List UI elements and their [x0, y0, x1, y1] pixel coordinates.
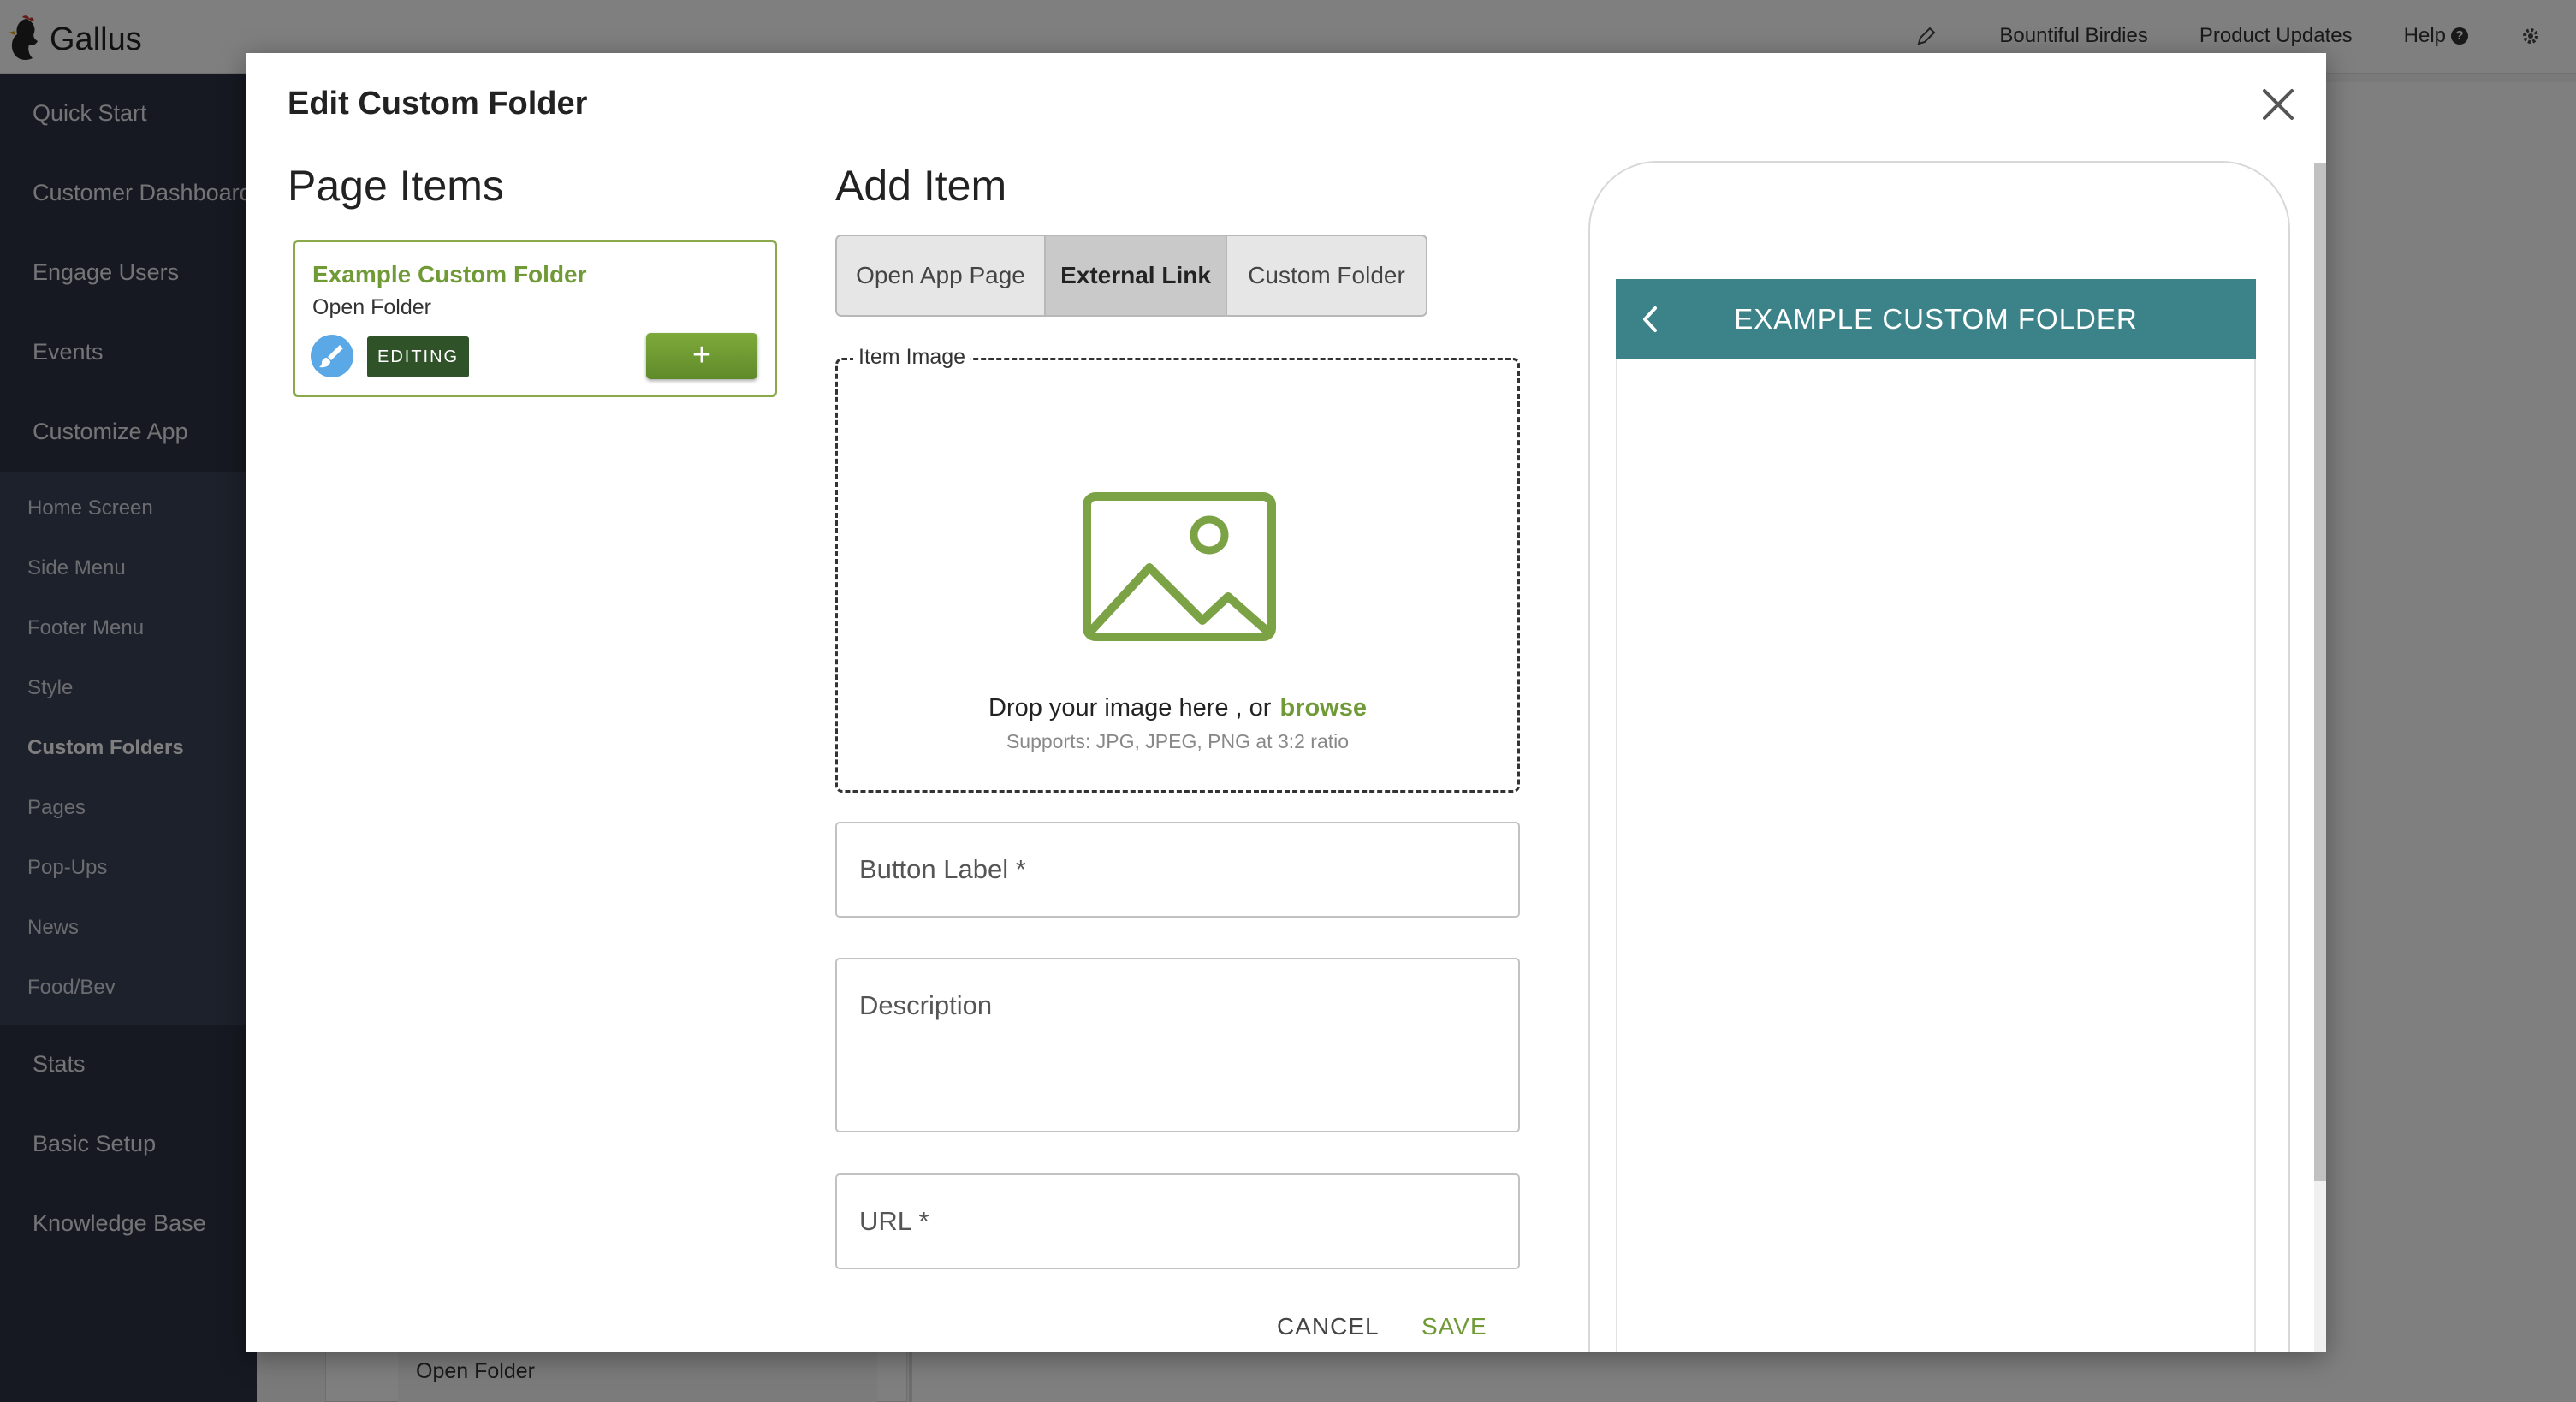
dropzone-instructions: Drop your image here , or browse	[838, 694, 1517, 722]
button-label-input[interactable]	[835, 822, 1520, 918]
page-item-title: Example Custom Folder	[312, 261, 587, 288]
image-dropzone[interactable]: Item Image Drop your image here , or brow…	[835, 345, 1520, 793]
image-placeholder-icon	[1083, 492, 1276, 641]
save-button[interactable]: SAVE	[1422, 1313, 1487, 1340]
tab-external-link[interactable]: External Link	[1046, 236, 1227, 315]
close-icon	[2263, 89, 2294, 120]
description-textarea[interactable]	[835, 958, 1520, 1132]
modal-scrollbar[interactable]	[2314, 163, 2326, 1352]
url-input[interactable]	[835, 1173, 1520, 1269]
cancel-button[interactable]: CANCEL	[1277, 1313, 1380, 1340]
dropzone-hint: Supports: JPG, JPEG, PNG at 3:2 ratio	[1006, 730, 1350, 752]
modal-title: Edit Custom Folder	[288, 86, 588, 122]
add-item-heading: Add Item	[835, 162, 1007, 210]
item-type-tabs: Open App Page External Link Custom Folde…	[835, 235, 1427, 317]
edit-custom-folder-modal: Edit Custom Folder Page Items Example Cu…	[246, 53, 2326, 1352]
page-item-card[interactable]: Example Custom Folder Open Folder EDITIN…	[293, 240, 777, 397]
paintbrush-glyph	[319, 345, 343, 368]
editing-badge: EDITING	[367, 336, 470, 377]
phone-preview-header: EXAMPLE CUSTOM FOLDER	[1616, 279, 2256, 359]
page-item-subtitle: Open Folder	[312, 295, 431, 319]
tab-open-app-page[interactable]: Open App Page	[837, 236, 1046, 315]
add-sub-item-button[interactable]: +	[646, 333, 757, 379]
back-chevron-icon[interactable]	[1631, 300, 1671, 339]
phone-preview-screen	[1616, 279, 2256, 1352]
browse-link[interactable]: browse	[1279, 694, 1367, 722]
modal-scrollbar-thumb[interactable]	[2314, 163, 2326, 1181]
close-button[interactable]	[2256, 82, 2300, 127]
phone-preview-title: EXAMPLE CUSTOM FOLDER	[1734, 303, 2138, 335]
item-image-legend: Item Image	[853, 345, 971, 370]
page-items-heading: Page Items	[288, 162, 504, 210]
drop-text: Drop your image here , or	[988, 694, 1272, 722]
paintbrush-icon[interactable]	[311, 335, 353, 377]
tab-custom-folder[interactable]: Custom Folder	[1227, 236, 1426, 315]
